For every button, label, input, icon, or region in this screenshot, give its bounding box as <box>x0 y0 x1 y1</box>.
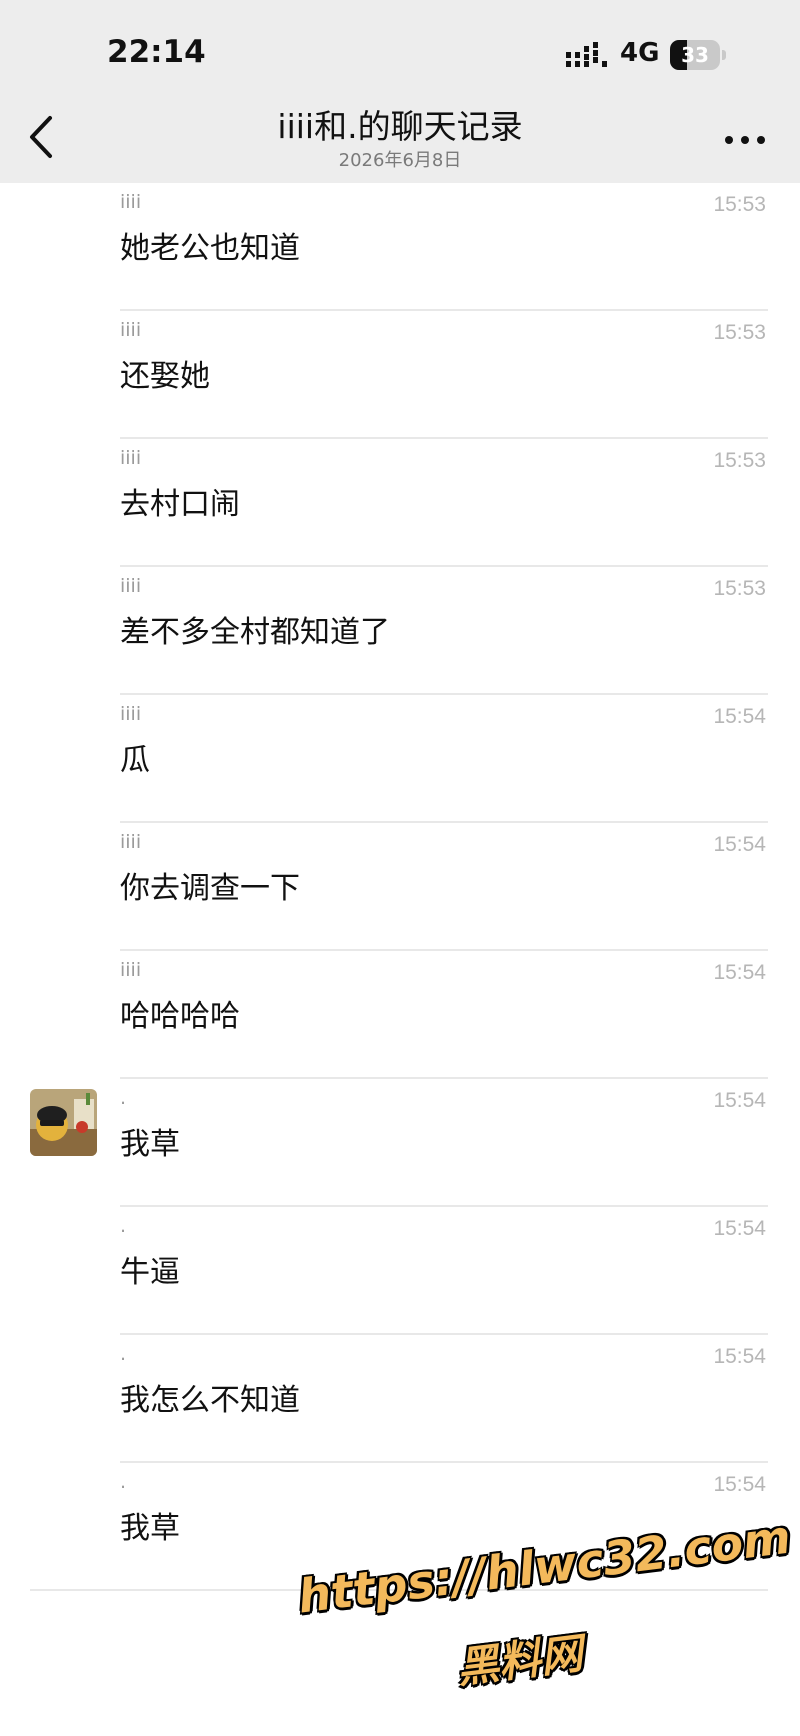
message-sender: . <box>120 1087 127 1109</box>
message-time: 15:54 <box>713 1473 766 1496</box>
top-bar: 22:14 4G 33 iiii和.的聊天记录 2026年6月8日 <box>0 0 800 183</box>
message-text: 你去调查一下 <box>120 871 300 906</box>
chat-history-screen: 22:14 4G 33 iiii和.的聊天记录 2026年6月8日 iiii 1… <box>0 0 800 1736</box>
message-item[interactable]: . 15:54 我怎么不知道 <box>0 1335 800 1463</box>
header-title-group: iiii和.的聊天记录 2026年6月8日 <box>150 106 650 172</box>
message-sender: iiii <box>120 191 142 213</box>
signal-icon <box>566 42 607 67</box>
message-item[interactable]: iiii 15:53 她老公也知道 <box>0 183 800 311</box>
message-item[interactable]: iiii 15:53 去村口闹 <box>0 439 800 567</box>
page-title: iiii和.的聊天记录 <box>277 107 523 146</box>
message-time: 15:54 <box>713 705 766 728</box>
message-item[interactable]: iiii 15:54 哈哈哈哈 <box>0 951 800 1079</box>
message-text: 还娶她 <box>120 359 210 394</box>
avatar[interactable] <box>30 1089 97 1156</box>
network-type: 4G <box>620 38 660 68</box>
message-text: 瓜 <box>120 743 150 778</box>
message-sender: iiii <box>120 319 142 341</box>
watermark: https://hlwc32.com 黑料网 <box>285 1510 793 1705</box>
message-list: iiii 15:53 她老公也知道 iiii 15:53 还娶她 iiii 15:53 去村口闹… <box>0 183 800 1591</box>
message-item[interactable]: iiii 15:53 还娶她 <box>0 311 800 439</box>
page-subtitle: 2026年6月8日 <box>338 150 462 171</box>
message-time: 15:53 <box>713 577 766 600</box>
status-time: 22:14 <box>107 34 206 70</box>
more-horizontal-icon[interactable] <box>723 128 767 152</box>
message-sender: iiii <box>120 447 142 469</box>
message-item[interactable]: . 15:54 我草 <box>0 1079 800 1207</box>
message-sender: iiii <box>120 959 142 981</box>
message-text: 去村口闹 <box>120 487 240 522</box>
message-item[interactable]: . 15:54 牛逼 <box>0 1207 800 1335</box>
message-text: 她老公也知道 <box>120 231 300 266</box>
message-sender: . <box>120 1471 127 1493</box>
message-item[interactable]: iiii 15:54 瓜 <box>0 695 800 823</box>
message-text: 差不多全村都知道了 <box>120 615 390 650</box>
message-sender: iiii <box>120 575 142 597</box>
message-time: 15:53 <box>713 449 766 472</box>
message-text: 牛逼 <box>120 1255 180 1290</box>
message-time: 15:53 <box>713 193 766 216</box>
message-text: 哈哈哈哈 <box>120 999 240 1034</box>
message-sender: . <box>120 1343 127 1365</box>
message-text: 我草 <box>120 1127 180 1162</box>
message-item[interactable]: iiii 15:53 差不多全村都知道了 <box>0 567 800 695</box>
message-sender: iiii <box>120 831 142 853</box>
battery-icon: 33 <box>670 40 726 70</box>
message-sender: iiii <box>120 703 142 725</box>
message-item[interactable]: iiii 15:54 你去调查一下 <box>0 823 800 951</box>
message-text: 我草 <box>120 1511 180 1546</box>
message-text: 我怎么不知道 <box>120 1383 300 1418</box>
message-time: 15:54 <box>713 961 766 984</box>
message-time: 15:54 <box>713 1089 766 1112</box>
message-sender: . <box>120 1215 127 1237</box>
message-time: 15:54 <box>713 833 766 856</box>
chevron-left-icon[interactable] <box>22 112 62 162</box>
watermark-text: 黑料网 <box>454 1628 586 1693</box>
message-time: 15:54 <box>713 1217 766 1240</box>
battery-level: 33 <box>681 43 709 67</box>
message-time: 15:54 <box>713 1345 766 1368</box>
message-time: 15:53 <box>713 321 766 344</box>
